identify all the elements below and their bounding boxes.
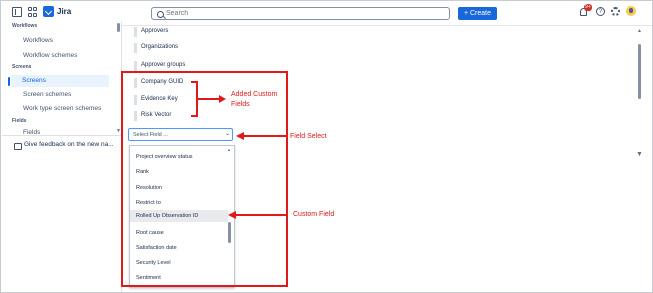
annotation-overlay [191, 81, 287, 219]
arrowhead [219, 95, 226, 103]
arrowhead [236, 132, 244, 140]
annotation-field-select: Field Select [290, 133, 327, 140]
annotation-added-custom-fields: Added Custom Fields [231, 90, 277, 110]
annotation-line: Added Custom [231, 91, 278, 98]
annotation-bracket [191, 81, 198, 117]
annotation-line: Fields [231, 101, 250, 108]
annotation-custom-field: Custom Field [293, 211, 335, 218]
arrowhead [228, 211, 236, 219]
